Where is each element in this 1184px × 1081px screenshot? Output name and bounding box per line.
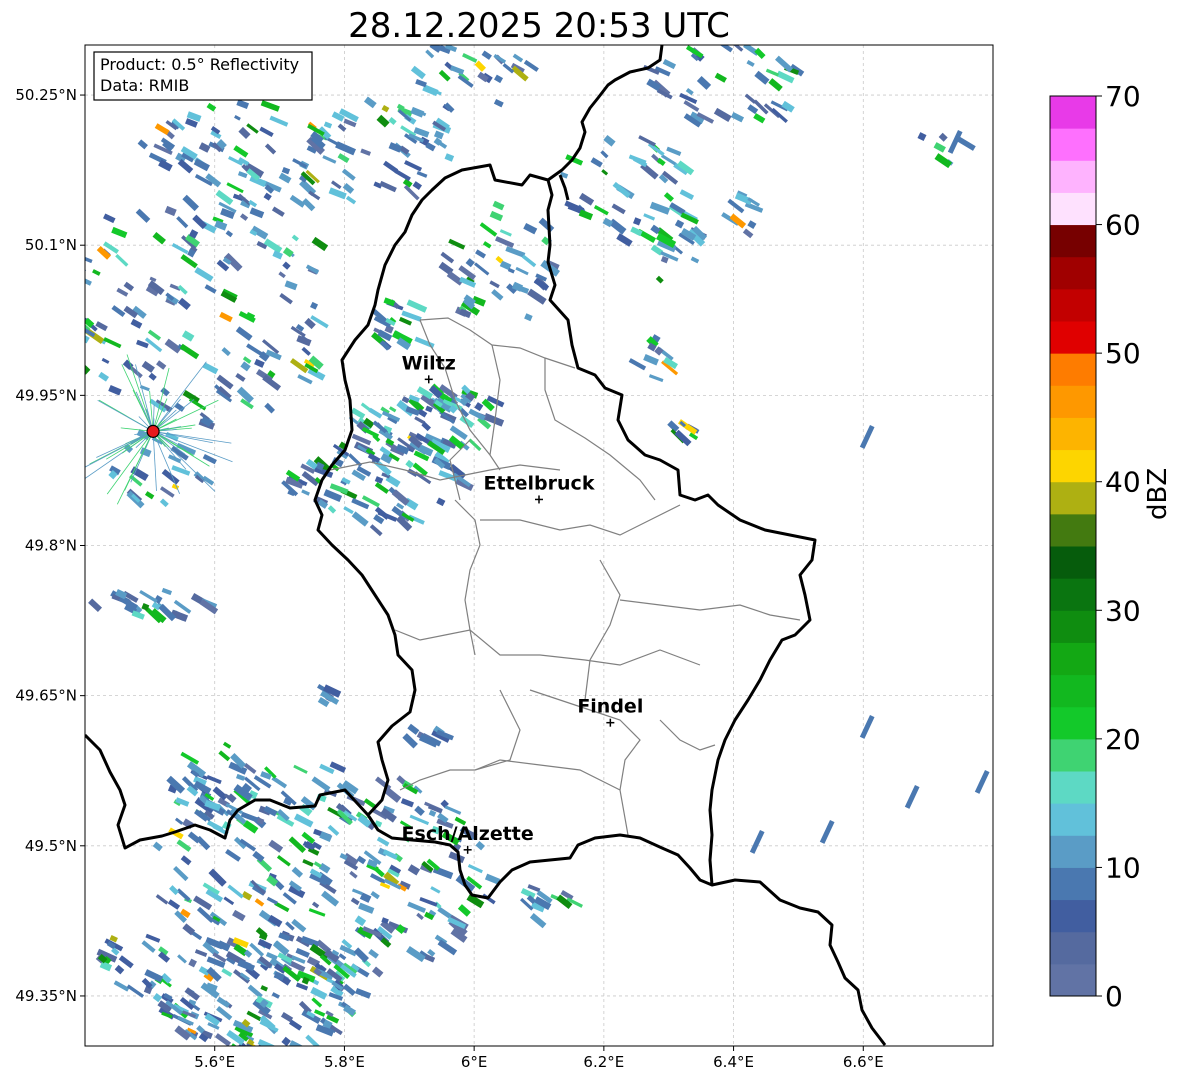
colorbar-segment (1050, 803, 1096, 836)
echo-pixel (73, 293, 85, 304)
colorbar-segment (1050, 224, 1096, 258)
lat-tick-label: 50.1°N (25, 236, 77, 254)
colorbar-segment (1050, 771, 1096, 804)
city-label: Wiltz (402, 352, 456, 374)
lat-tick-label: 50.25°N (15, 86, 77, 104)
colorbar-tick-label: 60 (1105, 209, 1141, 242)
colorbar-tick-label: 0 (1105, 980, 1123, 1013)
echo-pixel (463, 34, 472, 42)
colorbar-segment (1050, 128, 1096, 161)
colorbar-tick-label: 10 (1105, 851, 1141, 884)
lat-tick-label: 49.5°N (25, 837, 77, 855)
radar-site-marker (146, 424, 160, 438)
colorbar-segment (1050, 449, 1096, 483)
echo-pixel (66, 321, 81, 330)
colorbar-segment (1050, 546, 1096, 579)
city-label: Findel (577, 696, 643, 718)
lon-tick-label: 6.2°E (583, 1053, 624, 1071)
colorbar-segment (1050, 610, 1096, 643)
colorbar-segment (1050, 353, 1096, 386)
colorbar-segment (1050, 417, 1096, 451)
colorbar-segment (1050, 706, 1096, 740)
lon-tick-label: 6.4°E (713, 1053, 754, 1071)
colorbar-segment (1050, 96, 1096, 129)
colorbar-segment (1050, 160, 1096, 193)
lon-tick-label: 6°E (461, 1053, 488, 1071)
colorbar-segment (1050, 738, 1096, 772)
info-product: Product: 0.5° Reflectivity (100, 55, 299, 74)
colorbar-segment (1050, 321, 1096, 354)
lat-tick-label: 49.8°N (25, 537, 77, 555)
colorbar-segment (1050, 385, 1096, 418)
colorbar-segment (1050, 931, 1096, 965)
colorbar-segment (1050, 674, 1096, 708)
lon-tick-label: 5.8°E (324, 1053, 365, 1071)
colorbar-tick-label: 40 (1105, 466, 1141, 499)
latitude-axis: 50.25°N 50.1°N 49.95°N 49.8°N 49.65°N 49.5°N 4… (15, 86, 85, 1005)
info-source: Data: RMIB (100, 76, 189, 95)
radar-map-figure: WiltzEttelbruckFindelEsch/Alzette 5.6°E 5… (15, 34, 1141, 1071)
echo-pixel (69, 294, 79, 302)
colorbar-segment (1050, 867, 1096, 901)
colorbar-segment (1050, 835, 1096, 868)
colorbar-segment (1050, 578, 1096, 611)
colorbar-segment (1050, 963, 1096, 997)
colorbar-segment (1050, 192, 1096, 226)
colorbar-tick-label: 70 (1105, 80, 1141, 113)
colorbar-segment (1050, 513, 1096, 547)
colorbar-segment (1050, 256, 1096, 290)
city-label: Ettelbruck (484, 472, 595, 494)
colorbar-tick-label: 50 (1105, 337, 1141, 370)
lat-tick-label: 49.35°N (15, 987, 77, 1005)
colorbar-tick-label: 20 (1105, 723, 1141, 756)
lat-tick-label: 49.65°N (15, 687, 77, 705)
lon-tick-label: 6.6°E (843, 1053, 884, 1071)
city-label: Esch/Alzette (402, 823, 534, 845)
echo-pixel (85, 258, 87, 273)
colorbar-tick-label: 30 (1105, 594, 1141, 627)
lon-tick-label: 5.6°E (194, 1053, 235, 1071)
colorbar-segment (1050, 899, 1096, 933)
colorbar: 0 10 20 30 40 50 60 70 (1049, 80, 1141, 1013)
longitude-axis: 5.6°E 5.8°E 6°E 6.2°E 6.4°E 6.6°E (194, 1046, 884, 1071)
info-box: Product: 0.5° Reflectivity Data: RMIB (93, 51, 313, 101)
colorbar-segment (1050, 288, 1096, 322)
colorbar-segment (1050, 481, 1096, 515)
colorbar-segment (1050, 642, 1096, 676)
lat-tick-label: 49.95°N (15, 386, 77, 404)
colorbar-label: dBZ (1143, 467, 1173, 520)
